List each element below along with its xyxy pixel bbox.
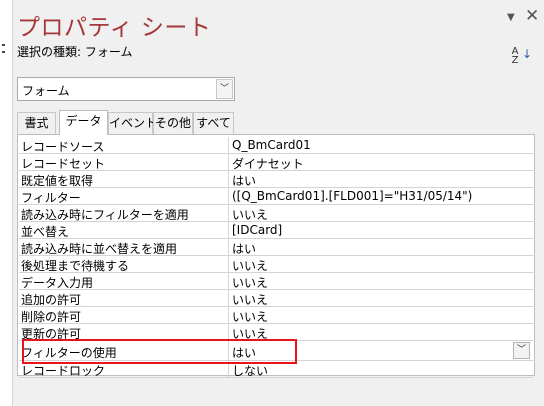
property-label: 既定値を取得 <box>21 174 94 187</box>
property-row[interactable]: 削除の許可 いいえ <box>19 307 533 324</box>
property-value[interactable]: ([Q_BmCard01].[FLD001]="H31/05/14") <box>232 189 512 204</box>
property-row[interactable]: レコードセット ダイナセット <box>19 154 533 171</box>
column-divider <box>228 341 229 361</box>
property-row[interactable]: データ入力用 いいえ <box>19 273 533 290</box>
property-grid: レコードソース Q_BmCard01 レコードセット ダイナセット 既定値を取得… <box>17 134 535 378</box>
property-row[interactable]: 並べ替え [IDCard] <box>19 222 533 239</box>
column-divider <box>228 290 229 307</box>
tab-other[interactable]: その他 <box>153 112 193 134</box>
property-value[interactable]: Q_BmCard01 <box>232 138 512 153</box>
chevron-down-icon[interactable]: ﹀ <box>216 79 233 99</box>
property-label: 更新の許可 <box>21 327 82 340</box>
property-row[interactable]: 読み込み時にフィルターを適用 いいえ <box>19 205 533 222</box>
property-value[interactable]: いいえ <box>232 325 512 340</box>
column-divider <box>228 205 229 222</box>
edge-mark <box>2 51 5 53</box>
property-row[interactable]: レコードロック しない <box>19 361 533 378</box>
property-label: レコードセット <box>21 157 106 170</box>
property-label: レコードソース <box>21 140 105 153</box>
property-value[interactable]: いいえ <box>232 257 512 272</box>
property-row[interactable]: 更新の許可 いいえ <box>19 324 533 341</box>
sort-arrow-icon: ↓ <box>522 47 533 61</box>
property-label: フィルター <box>21 191 81 204</box>
column-divider <box>228 273 229 290</box>
edge-mark <box>2 44 5 46</box>
tab-format[interactable]: 書式 <box>17 112 56 134</box>
column-divider <box>228 361 229 378</box>
property-label: 読み込み時にフィルターを適用 <box>21 208 189 221</box>
property-label: 削除の許可 <box>21 310 82 323</box>
column-divider <box>228 239 229 256</box>
sort-icon-label: A Z <box>511 46 519 66</box>
property-row[interactable]: 既定値を取得 はい <box>19 171 533 188</box>
column-divider <box>228 154 229 171</box>
property-label: 追加の許可 <box>21 293 82 306</box>
object-selector-value: フォーム <box>22 84 70 98</box>
column-divider <box>228 188 229 205</box>
property-label: 読み込み時に並べ替えを適用 <box>21 242 178 255</box>
property-label: 並べ替え <box>21 225 70 238</box>
property-row[interactable]: レコードソース Q_BmCard01 <box>19 137 533 154</box>
property-row[interactable]: フィルター ([Q_BmCard01].[FLD001]="H31/05/14"… <box>19 188 533 205</box>
pane-options-icon[interactable]: ▼ <box>507 12 515 23</box>
property-sheet-pane: プロパティ シート ▼ ✕ 選択の種類: フォーム A Z ↓ フォーム ﹀ 書… <box>12 0 544 406</box>
object-selector-combo[interactable]: フォーム ﹀ <box>17 77 235 101</box>
property-label: フィルターの使用 <box>21 346 117 359</box>
property-value[interactable]: いいえ <box>232 291 512 306</box>
column-divider <box>228 324 229 341</box>
tab-all[interactable]: すべて <box>193 112 234 134</box>
property-value[interactable]: いいえ <box>232 206 512 221</box>
column-divider <box>228 171 229 188</box>
property-value[interactable]: はい <box>232 240 512 255</box>
column-divider <box>228 137 229 154</box>
chevron-down-icon[interactable]: ﹀ <box>513 342 530 359</box>
sort-icon[interactable]: A Z ↓ <box>510 46 533 69</box>
property-value[interactable]: いいえ <box>232 308 512 323</box>
property-value[interactable]: [IDCard] <box>232 223 512 238</box>
property-value[interactable]: ダイナセット <box>232 155 512 170</box>
close-icon[interactable]: ✕ <box>525 6 539 26</box>
property-row[interactable]: 追加の許可 いいえ <box>19 290 533 307</box>
property-label: データ入力用 <box>21 276 94 289</box>
property-value[interactable]: しない <box>232 362 512 377</box>
panel-title: プロパティ シート <box>17 15 212 41</box>
property-value[interactable]: いいえ <box>232 274 512 289</box>
property-value[interactable]: はい <box>232 172 512 187</box>
column-divider <box>228 222 229 239</box>
column-divider <box>228 256 229 273</box>
property-label: レコードロック <box>21 364 106 377</box>
property-row[interactable]: 読み込み時に並べ替えを適用 はい <box>19 239 533 256</box>
tab-data[interactable]: データ <box>59 110 108 135</box>
property-label: 後処理まで待機する <box>21 259 130 272</box>
property-row[interactable]: 後処理まで待機する いいえ <box>19 256 533 273</box>
column-divider <box>228 307 229 324</box>
selection-type-label: 選択の種類: フォーム <box>17 45 133 59</box>
tab-event[interactable]: イベント <box>108 112 157 134</box>
property-value[interactable]: はい <box>232 344 512 359</box>
property-row-selected[interactable]: フィルターの使用 はい ﹀ <box>19 341 533 361</box>
